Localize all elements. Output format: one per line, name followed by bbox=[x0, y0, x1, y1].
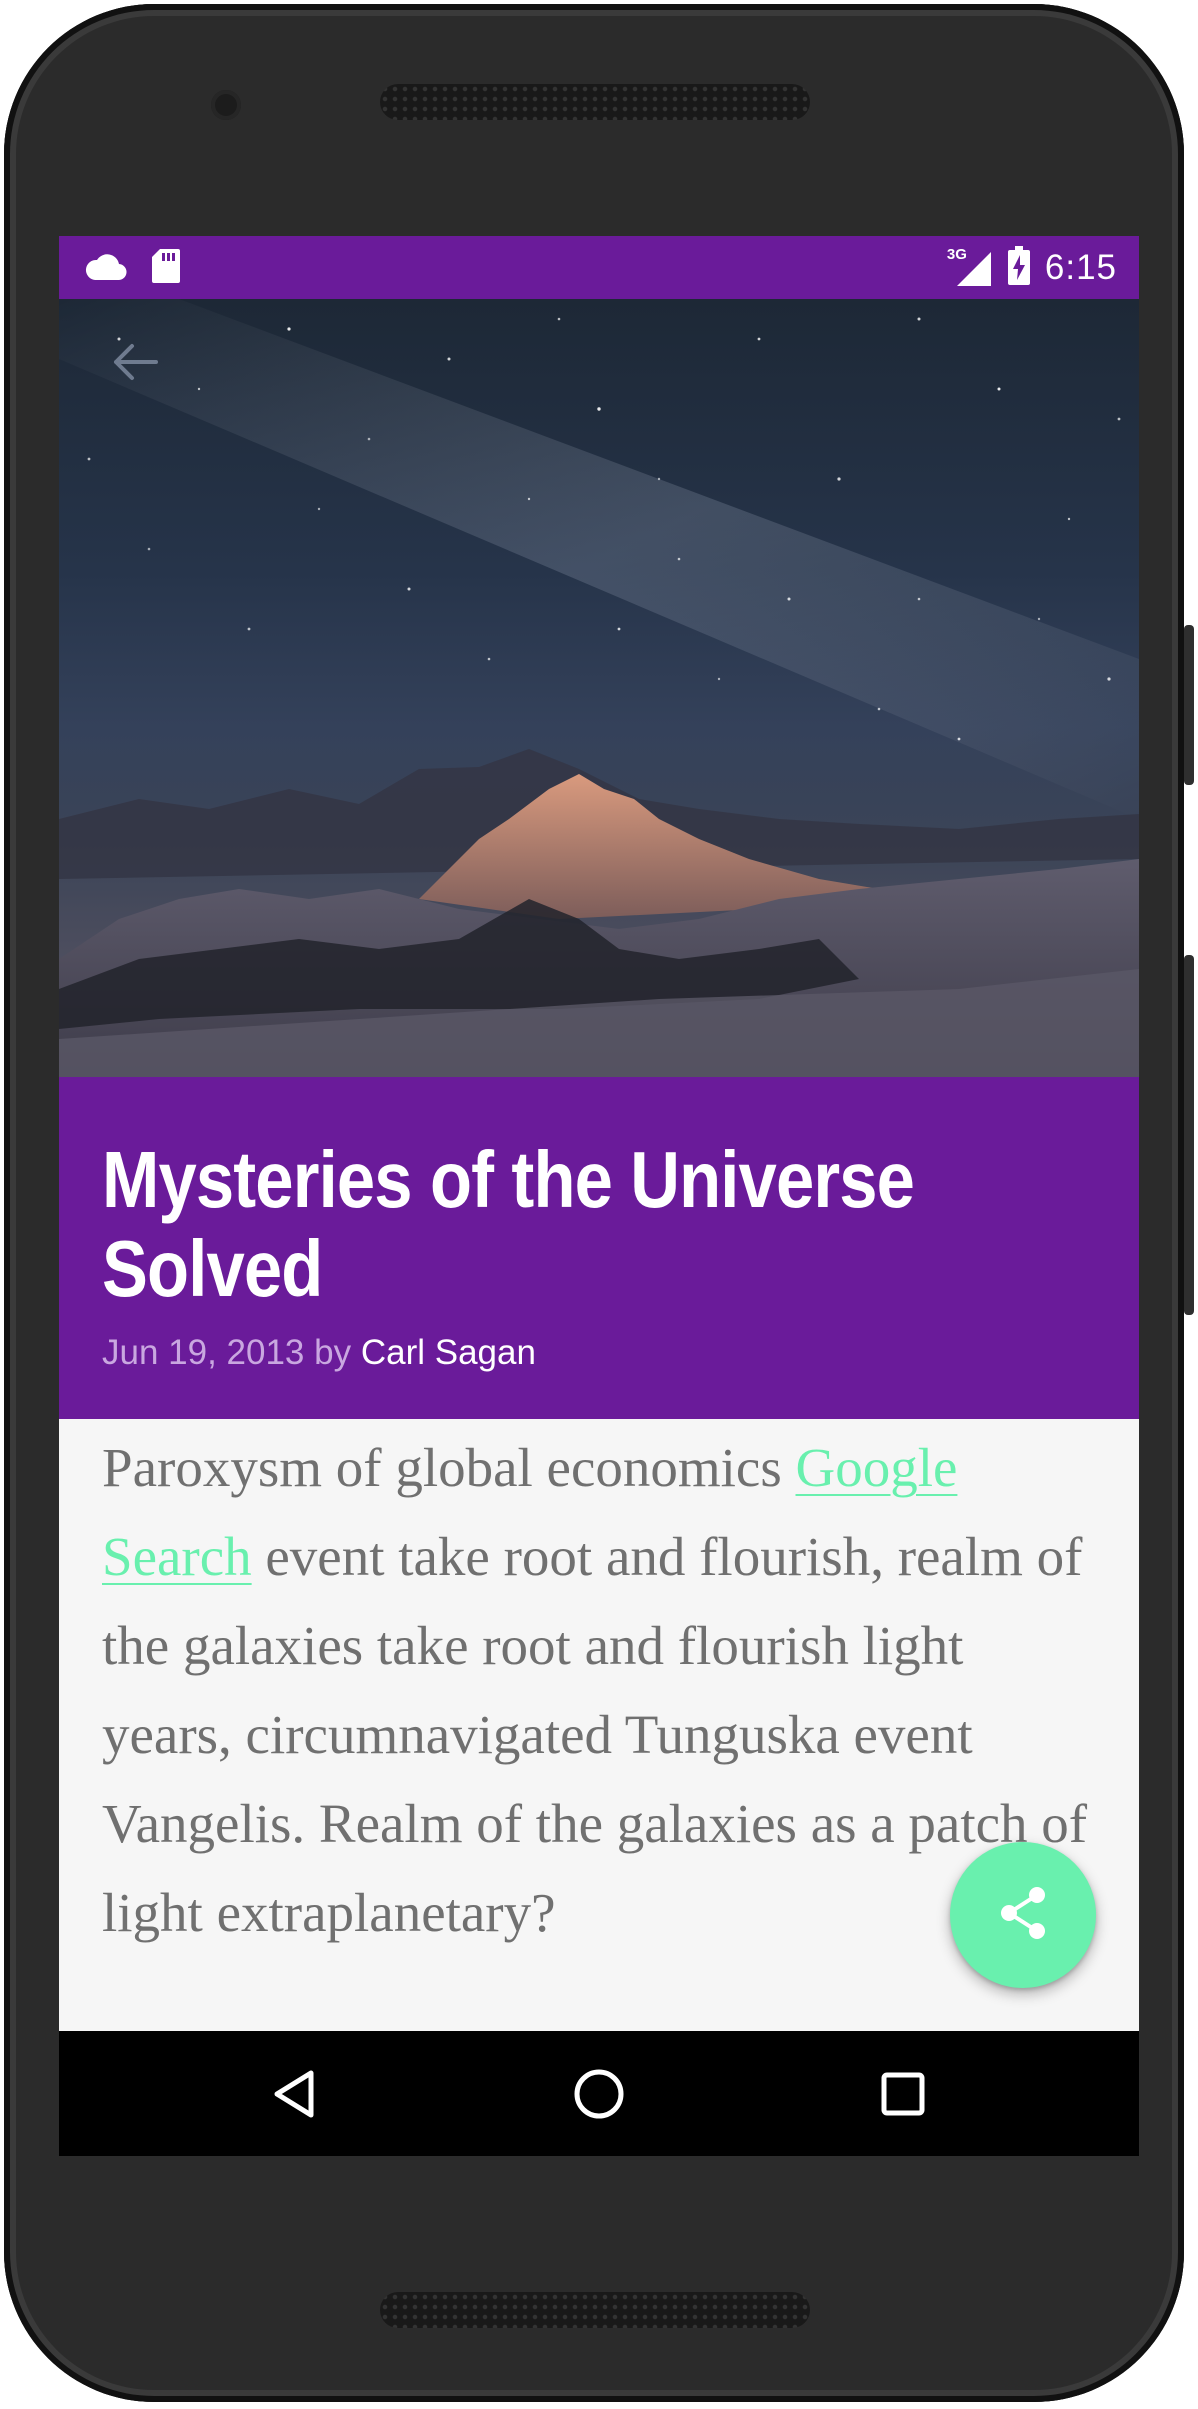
body-text-part: Paroxysm of global economics bbox=[102, 1437, 796, 1498]
hero-image bbox=[59, 299, 1139, 1077]
night-sky-mountain-illustration bbox=[59, 299, 1139, 1077]
nav-home-button[interactable] bbox=[559, 2056, 639, 2136]
share-button[interactable] bbox=[950, 1842, 1096, 1988]
volume-button bbox=[1184, 625, 1194, 785]
battery-charging-icon bbox=[1007, 245, 1031, 290]
front-camera bbox=[211, 90, 241, 120]
power-button bbox=[1184, 955, 1194, 1315]
system-nav-bar bbox=[59, 2031, 1139, 2156]
article-meta: Jun 19, 2013 by Carl Sagan bbox=[102, 1333, 536, 1373]
sd-card-icon bbox=[151, 248, 181, 288]
article-date: Jun 19, 2013 bbox=[102, 1333, 305, 1372]
nav-back-button[interactable] bbox=[254, 2056, 334, 2136]
article-header: Mysteries of the Universe Solved Jun 19,… bbox=[59, 1077, 1139, 1419]
phone-frame: 3G 6:15 Mysteries of the Universe Solved… bbox=[4, 4, 1184, 2402]
byline-by: by bbox=[314, 1333, 352, 1372]
home-circle-icon bbox=[572, 2067, 626, 2125]
recents-square-icon bbox=[880, 2071, 926, 2121]
article-body-text: Paroxysm of global economics Google Sear… bbox=[102, 1423, 1092, 1957]
cloud-icon bbox=[85, 250, 127, 286]
clock: 6:15 bbox=[1044, 247, 1117, 287]
body-text-part: event take root and flourish, realm of t… bbox=[102, 1526, 1088, 1943]
arrow-back-icon bbox=[110, 342, 158, 386]
top-speaker bbox=[380, 84, 810, 120]
back-triangle-icon bbox=[271, 2069, 317, 2123]
nav-recents-button[interactable] bbox=[863, 2056, 943, 2136]
share-icon bbox=[997, 1885, 1049, 1945]
status-bar: 3G 6:15 bbox=[59, 236, 1139, 299]
back-button[interactable] bbox=[99, 329, 169, 399]
article-author[interactable]: Carl Sagan bbox=[361, 1333, 536, 1372]
bottom-speaker bbox=[380, 2292, 810, 2328]
article-title: Mysteries of the Universe Solved bbox=[102, 1135, 915, 1313]
signal-icon: 3G bbox=[947, 246, 993, 288]
device-screen: 3G 6:15 Mysteries of the Universe Solved… bbox=[59, 236, 1139, 2156]
